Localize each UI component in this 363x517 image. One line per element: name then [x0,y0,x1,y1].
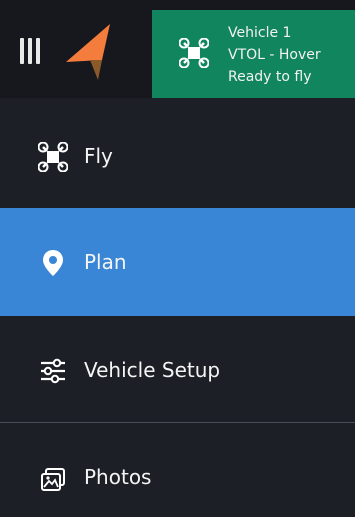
nav-label-plan: Plan [84,250,127,274]
vehicle-status-panel[interactable]: Vehicle 1 VTOL - Hover Ready to fly [152,10,355,98]
location-pin-icon [43,250,63,276]
app-logo-icon [66,24,110,80]
vehicle-name: Vehicle 1 [228,25,292,41]
nav-label-photos: Photos [84,465,152,489]
menu-bar-2 [28,38,32,64]
vehicle-status-text: Vehicle 1 VTOL - Hover Ready to fly [228,22,321,88]
app-header: Vehicle 1 VTOL - Hover Ready to fly [0,0,355,98]
nav-label-vehicle-setup: Vehicle Setup [84,358,221,382]
nav-label-fly: Fly [84,144,113,168]
nav-item-fly[interactable]: Fly [0,104,355,208]
vehicle-ready-status: Ready to fly [228,69,312,85]
sliders-icon [41,358,65,384]
menu-toggle-button[interactable] [20,34,46,66]
nav-item-plan[interactable]: Plan [0,208,355,316]
drone-icon [179,38,209,68]
menu-bar-3 [36,38,40,64]
vehicle-mode: VTOL - Hover [228,47,321,63]
photos-icon [41,468,65,491]
menu-bar-1 [20,38,24,64]
nav-item-vehicle-setup[interactable]: Vehicle Setup [0,316,355,422]
nav-item-photos[interactable]: Photos [0,423,355,517]
app-side-menu: Vehicle 1 VTOL - Hover Ready to fly Fly … [0,0,363,517]
drone-icon [38,142,68,172]
